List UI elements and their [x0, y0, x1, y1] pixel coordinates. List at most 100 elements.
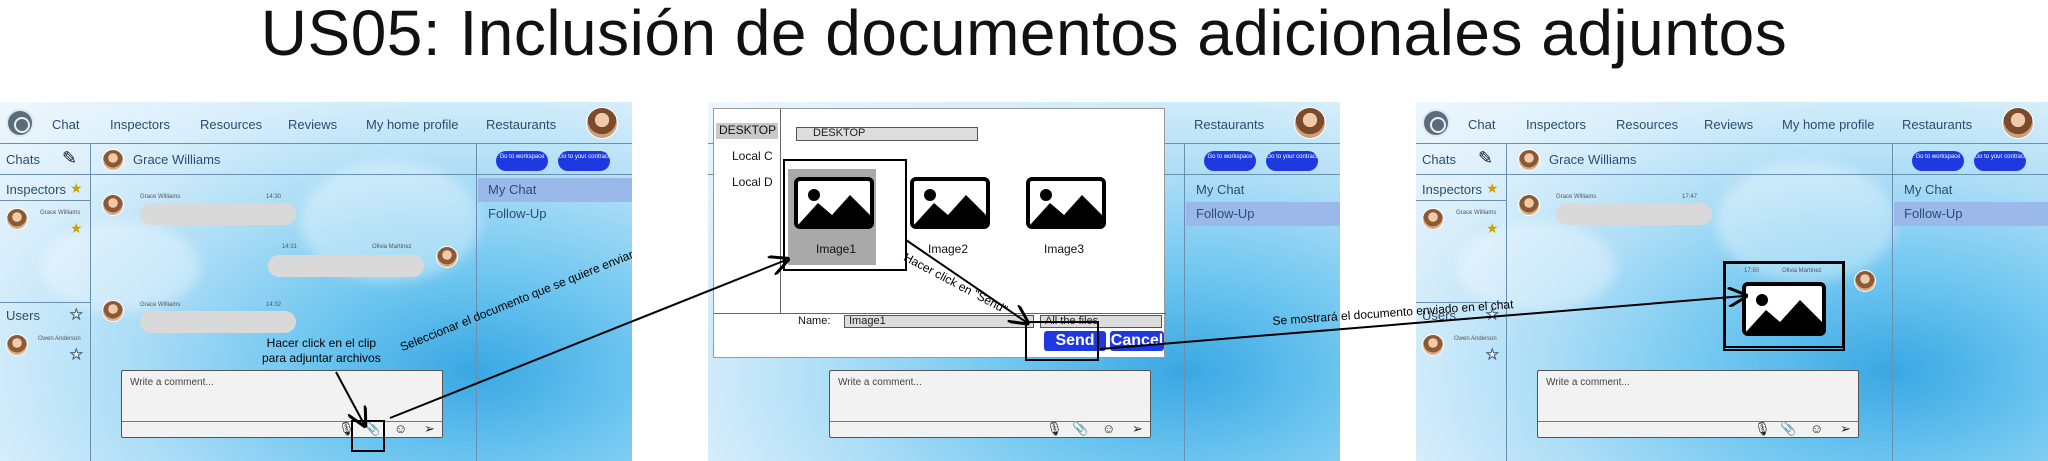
microphone-icon[interactable]: 🎙 [1046, 421, 1063, 437]
nav-reviews[interactable]: Reviews [288, 117, 337, 132]
file-picker-dialog: DESKTOP Local C Local D DESKTOP Image1 I… [713, 108, 1166, 358]
nav-reviews[interactable]: Reviews [1704, 117, 1753, 132]
app-logo[interactable] [1422, 109, 1450, 137]
emoji-icon[interactable]: ☺ [1810, 421, 1823, 436]
message-time: 14:30 [266, 194, 282, 200]
star-outline-icon[interactable]: ★ [1486, 346, 1500, 363]
message-sender: Grace Williams [140, 302, 181, 308]
message-bubble [140, 311, 296, 333]
file-name-input[interactable]: Image1 [844, 315, 1034, 328]
page-title: US05: Inclusión de documentos adicionale… [260, 0, 1788, 69]
tab-my-chat[interactable]: My Chat [1186, 178, 1340, 202]
new-chat-icon[interactable]: ✎ [1478, 148, 1493, 169]
comment-box[interactable]: Write a comment... 🎙 📎 ☺ ➢ [121, 370, 443, 438]
emoji-icon[interactable]: ☺ [394, 421, 407, 436]
image-icon[interactable] [1742, 282, 1826, 336]
path-field[interactable]: DESKTOP [796, 127, 978, 141]
image-icon[interactable] [1026, 177, 1106, 229]
file-name[interactable]: Image1 [816, 242, 856, 256]
users-label: Users [6, 308, 40, 323]
image-icon[interactable] [794, 177, 874, 229]
comment-box[interactable]: Write a comment... 🎙 📎 ☺ ➢ [829, 370, 1151, 438]
tab-follow-up[interactable]: Follow-Up [1186, 202, 1340, 226]
profile-avatar[interactable] [586, 107, 618, 139]
message-sender: Grace Williams [140, 194, 181, 200]
tab-follow-up[interactable]: Follow-Up [478, 202, 632, 226]
user-name: Owen Anderson [1454, 336, 1497, 342]
inspector-name: Grace Williams [1456, 210, 1497, 216]
nav-restaurants[interactable]: Restaurants [1194, 117, 1264, 132]
paperclip-icon[interactable]: 📎 [1780, 421, 1796, 437]
location-local-c[interactable]: Local C [732, 149, 773, 163]
nav-home-profile[interactable]: My home profile [366, 117, 458, 132]
star-outline-icon[interactable]: ★ [70, 306, 84, 323]
profile-avatar[interactable] [1294, 107, 1326, 139]
top-nav: Chat Inspectors Resources Reviews My hom… [1416, 102, 2048, 144]
star-icon[interactable]: ★ [1486, 220, 1499, 237]
paperclip-icon[interactable]: 📎 [364, 421, 380, 437]
new-chat-icon[interactable]: ✎ [62, 148, 77, 169]
tab-my-chat[interactable]: My Chat [478, 178, 632, 202]
go-to-workspace-button[interactable]: Go to workspace [1912, 151, 1964, 171]
location-desktop[interactable]: DESKTOP [716, 123, 778, 139]
go-to-contract-button[interactable]: Go to your contract [558, 151, 610, 171]
comment-box[interactable]: Write a comment... 🎙 📎 ☺ ➢ [1537, 370, 1859, 438]
image-icon[interactable] [910, 177, 990, 229]
annotation-click-clip: Hacer click en el clip para adjuntar arc… [262, 336, 381, 365]
send-icon[interactable]: ➢ [424, 421, 435, 437]
comment-placeholder: Write a comment... [838, 377, 922, 388]
star-icon[interactable]: ★ [70, 180, 83, 197]
nav-inspectors[interactable]: Inspectors [1526, 117, 1586, 132]
name-label: Name: [798, 315, 831, 327]
tab-my-chat[interactable]: My Chat [1894, 178, 2048, 202]
user-avatar [1422, 334, 1444, 356]
message-bubble [268, 255, 424, 277]
star-icon[interactable]: ★ [1486, 180, 1499, 197]
inspectors-label: Inspectors [6, 182, 66, 197]
comment-placeholder: Write a comment... [1546, 377, 1630, 388]
go-to-contract-button[interactable]: Go to your contract [1974, 151, 2026, 171]
contact-name: Grace Williams [1549, 152, 1637, 167]
cancel-button[interactable]: Cancel [1110, 331, 1164, 351]
send-icon[interactable]: ➢ [1840, 421, 1851, 437]
inspector-name: Grace Williams [40, 210, 81, 216]
app-logo[interactable] [6, 109, 34, 137]
inspector-avatar [1422, 208, 1444, 230]
message-bubble [1556, 203, 1712, 225]
go-to-contract-button[interactable]: Go to your contract [1266, 151, 1318, 171]
go-to-workspace-button[interactable]: Go to workspace [1204, 151, 1256, 171]
tab-follow-up[interactable]: Follow-Up [1894, 202, 2048, 226]
message-time: 14:31 [282, 244, 298, 250]
star-icon[interactable]: ★ [70, 220, 83, 237]
message-time: 17:50 [1744, 268, 1760, 274]
message-time: 14:32 [266, 302, 282, 308]
location-local-d[interactable]: Local D [732, 175, 773, 189]
file-name[interactable]: Image2 [928, 242, 968, 256]
nav-resources[interactable]: Resources [200, 117, 262, 132]
send-icon[interactable]: ➢ [1132, 421, 1143, 437]
nav-chat[interactable]: Chat [52, 117, 79, 132]
nav-restaurants[interactable]: Restaurants [486, 117, 556, 132]
nav-home-profile[interactable]: My home profile [1782, 117, 1874, 132]
nav-chat[interactable]: Chat [1468, 117, 1495, 132]
nav-resources[interactable]: Resources [1616, 117, 1678, 132]
message-avatar [1518, 194, 1540, 216]
emoji-icon[interactable]: ☺ [1102, 421, 1115, 436]
send-button[interactable]: Send [1044, 331, 1106, 351]
nav-restaurants[interactable]: Restaurants [1902, 117, 1972, 132]
microphone-icon[interactable]: 🎙 [338, 421, 355, 437]
star-outline-icon[interactable]: ★ [70, 346, 84, 363]
contact-avatar [102, 149, 124, 171]
contact-name: Grace Williams [133, 152, 221, 167]
user-name: Owen Anderson [38, 336, 81, 342]
file-name[interactable]: Image3 [1044, 242, 1084, 256]
file-type-select[interactable]: All the files [1040, 315, 1162, 328]
microphone-icon[interactable]: 🎙 [1754, 421, 1771, 437]
paperclip-icon[interactable]: 📎 [1072, 421, 1088, 437]
nav-inspectors[interactable]: Inspectors [110, 117, 170, 132]
user-avatar [6, 334, 28, 356]
inspector-avatar [6, 208, 28, 230]
profile-avatar[interactable] [2002, 107, 2034, 139]
message-sender: Olivia Martinez [372, 244, 412, 250]
go-to-workspace-button[interactable]: Go to workspace [496, 151, 548, 171]
